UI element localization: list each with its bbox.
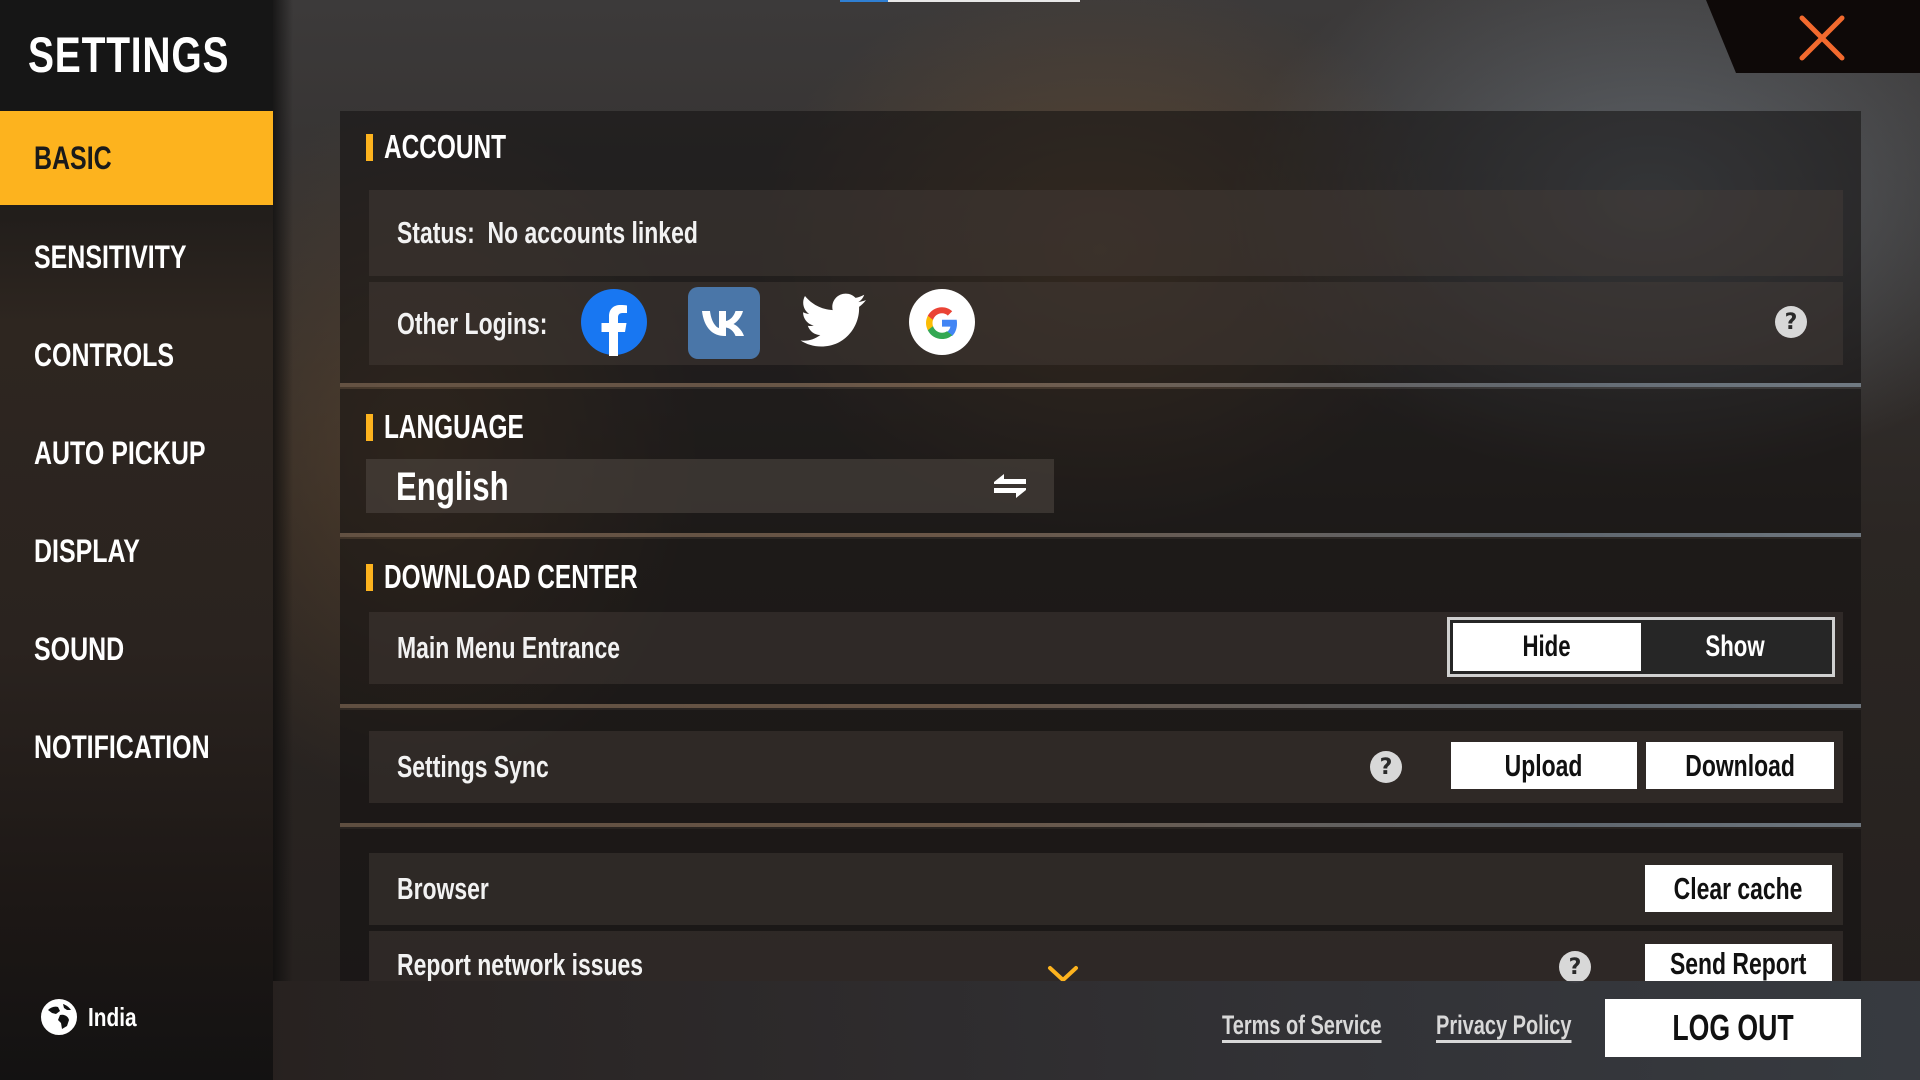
browser-label: Browser	[397, 871, 489, 906]
panel-divider	[340, 704, 1861, 708]
settings-sync-help-icon[interactable]: ?	[1370, 751, 1402, 783]
section-accent-bar	[366, 413, 373, 441]
region-selector[interactable]: India	[40, 998, 149, 1036]
logout-button[interactable]: LOG OUT	[1605, 999, 1861, 1057]
sidebar: SETTINGS BASIC SENSITIVITY CONTROLS AUTO…	[0, 0, 273, 1080]
google-login-button[interactable]	[908, 288, 976, 356]
sidebar-item-label: SENSITIVITY	[34, 238, 187, 275]
status-value: No accounts linked	[487, 215, 698, 250]
section-title: ACCOUNT	[384, 128, 507, 165]
sidebar-item-label: NOTIFICATION	[34, 728, 210, 765]
send-report-label: Send Report	[1670, 946, 1807, 981]
report-help-icon[interactable]: ?	[1559, 951, 1591, 983]
vk-login-button[interactable]	[688, 287, 760, 359]
vk-icon	[688, 287, 760, 359]
other-logins-label: Other Logins:	[397, 305, 548, 341]
top-indicator-white	[888, 0, 1080, 2]
upload-button[interactable]: Upload	[1451, 742, 1637, 789]
sidebar-item-display[interactable]: DISPLAY	[0, 504, 273, 598]
sidebar-item-auto-pickup[interactable]: AUTO PICKUP	[0, 406, 273, 500]
language-selector[interactable]: English	[366, 459, 1054, 513]
language-header: LANGUAGE	[366, 408, 573, 445]
report-network-label: Report network issues	[397, 947, 644, 982]
report-network-row: Report network issues	[369, 931, 1843, 982]
facebook-login-button[interactable]	[580, 288, 648, 356]
section-title: DOWNLOAD CENTER	[384, 558, 638, 595]
language-value: English	[396, 465, 509, 509]
main-menu-entrance-toggle: Hide Show	[1447, 617, 1835, 677]
page-title: SETTINGS	[28, 27, 230, 83]
close-icon	[1799, 15, 1845, 61]
sidebar-item-label: AUTO PICKUP	[34, 434, 206, 471]
settings-sync-label: Settings Sync	[397, 749, 549, 784]
twitter-login-button[interactable]	[800, 292, 868, 352]
panel-divider	[340, 383, 1861, 387]
terms-of-service-link[interactable]: Terms of Service	[1222, 1010, 1382, 1041]
section-title: LANGUAGE	[384, 408, 524, 445]
download-center-header: DOWNLOAD CENTER	[366, 558, 727, 595]
upload-label: Upload	[1505, 747, 1583, 783]
panel-divider	[340, 533, 1861, 537]
sidebar-item-sensitivity[interactable]: SENSITIVITY	[0, 210, 273, 304]
account-header: ACCOUNT	[366, 128, 549, 165]
close-button[interactable]	[1796, 14, 1848, 62]
top-indicator-blue	[840, 0, 888, 2]
show-option[interactable]: Show	[1641, 623, 1829, 671]
main-menu-entrance-label: Main Menu Entrance	[397, 630, 621, 665]
sidebar-item-controls[interactable]: CONTROLS	[0, 308, 273, 402]
sidebar-item-label: DISPLAY	[34, 532, 140, 569]
sidebar-item-basic[interactable]: BASIC	[0, 111, 273, 205]
sidebar-item-label: CONTROLS	[34, 336, 175, 373]
facebook-icon	[581, 289, 647, 356]
globe-icon	[41, 999, 77, 1035]
browser-row: Browser	[369, 853, 1843, 925]
twitter-icon	[800, 293, 866, 347]
status-text: Status: No accounts linked	[397, 215, 698, 251]
account-status-row: Status: No accounts linked	[369, 190, 1843, 276]
sidebar-item-sound[interactable]: SOUND	[0, 602, 273, 696]
hide-option[interactable]: Hide	[1453, 623, 1641, 671]
section-accent-bar	[366, 133, 373, 161]
send-report-button[interactable]: Send Report	[1645, 944, 1832, 981]
sidebar-shadow	[273, 0, 293, 1080]
clear-cache-button[interactable]: Clear cache	[1645, 865, 1832, 912]
google-icon	[909, 289, 975, 355]
logout-label: LOG OUT	[1672, 1007, 1794, 1048]
section-accent-bar	[366, 563, 373, 591]
panel-divider	[340, 823, 1861, 827]
region-label: India	[88, 1001, 137, 1032]
clear-cache-label: Clear cache	[1674, 870, 1803, 906]
hide-label: Hide	[1522, 630, 1572, 663]
sidebar-item-notification[interactable]: NOTIFICATION	[0, 700, 273, 794]
swap-icon	[994, 474, 1026, 498]
sidebar-item-label: SOUND	[34, 630, 125, 667]
show-label: Show	[1705, 630, 1765, 663]
sidebar-item-label: BASIC	[34, 139, 112, 176]
account-help-icon[interactable]: ?	[1775, 306, 1807, 338]
privacy-policy-link[interactable]: Privacy Policy	[1436, 1010, 1572, 1041]
download-button[interactable]: Download	[1646, 742, 1834, 789]
download-label: Download	[1685, 747, 1795, 783]
status-label: Status:	[397, 215, 475, 250]
